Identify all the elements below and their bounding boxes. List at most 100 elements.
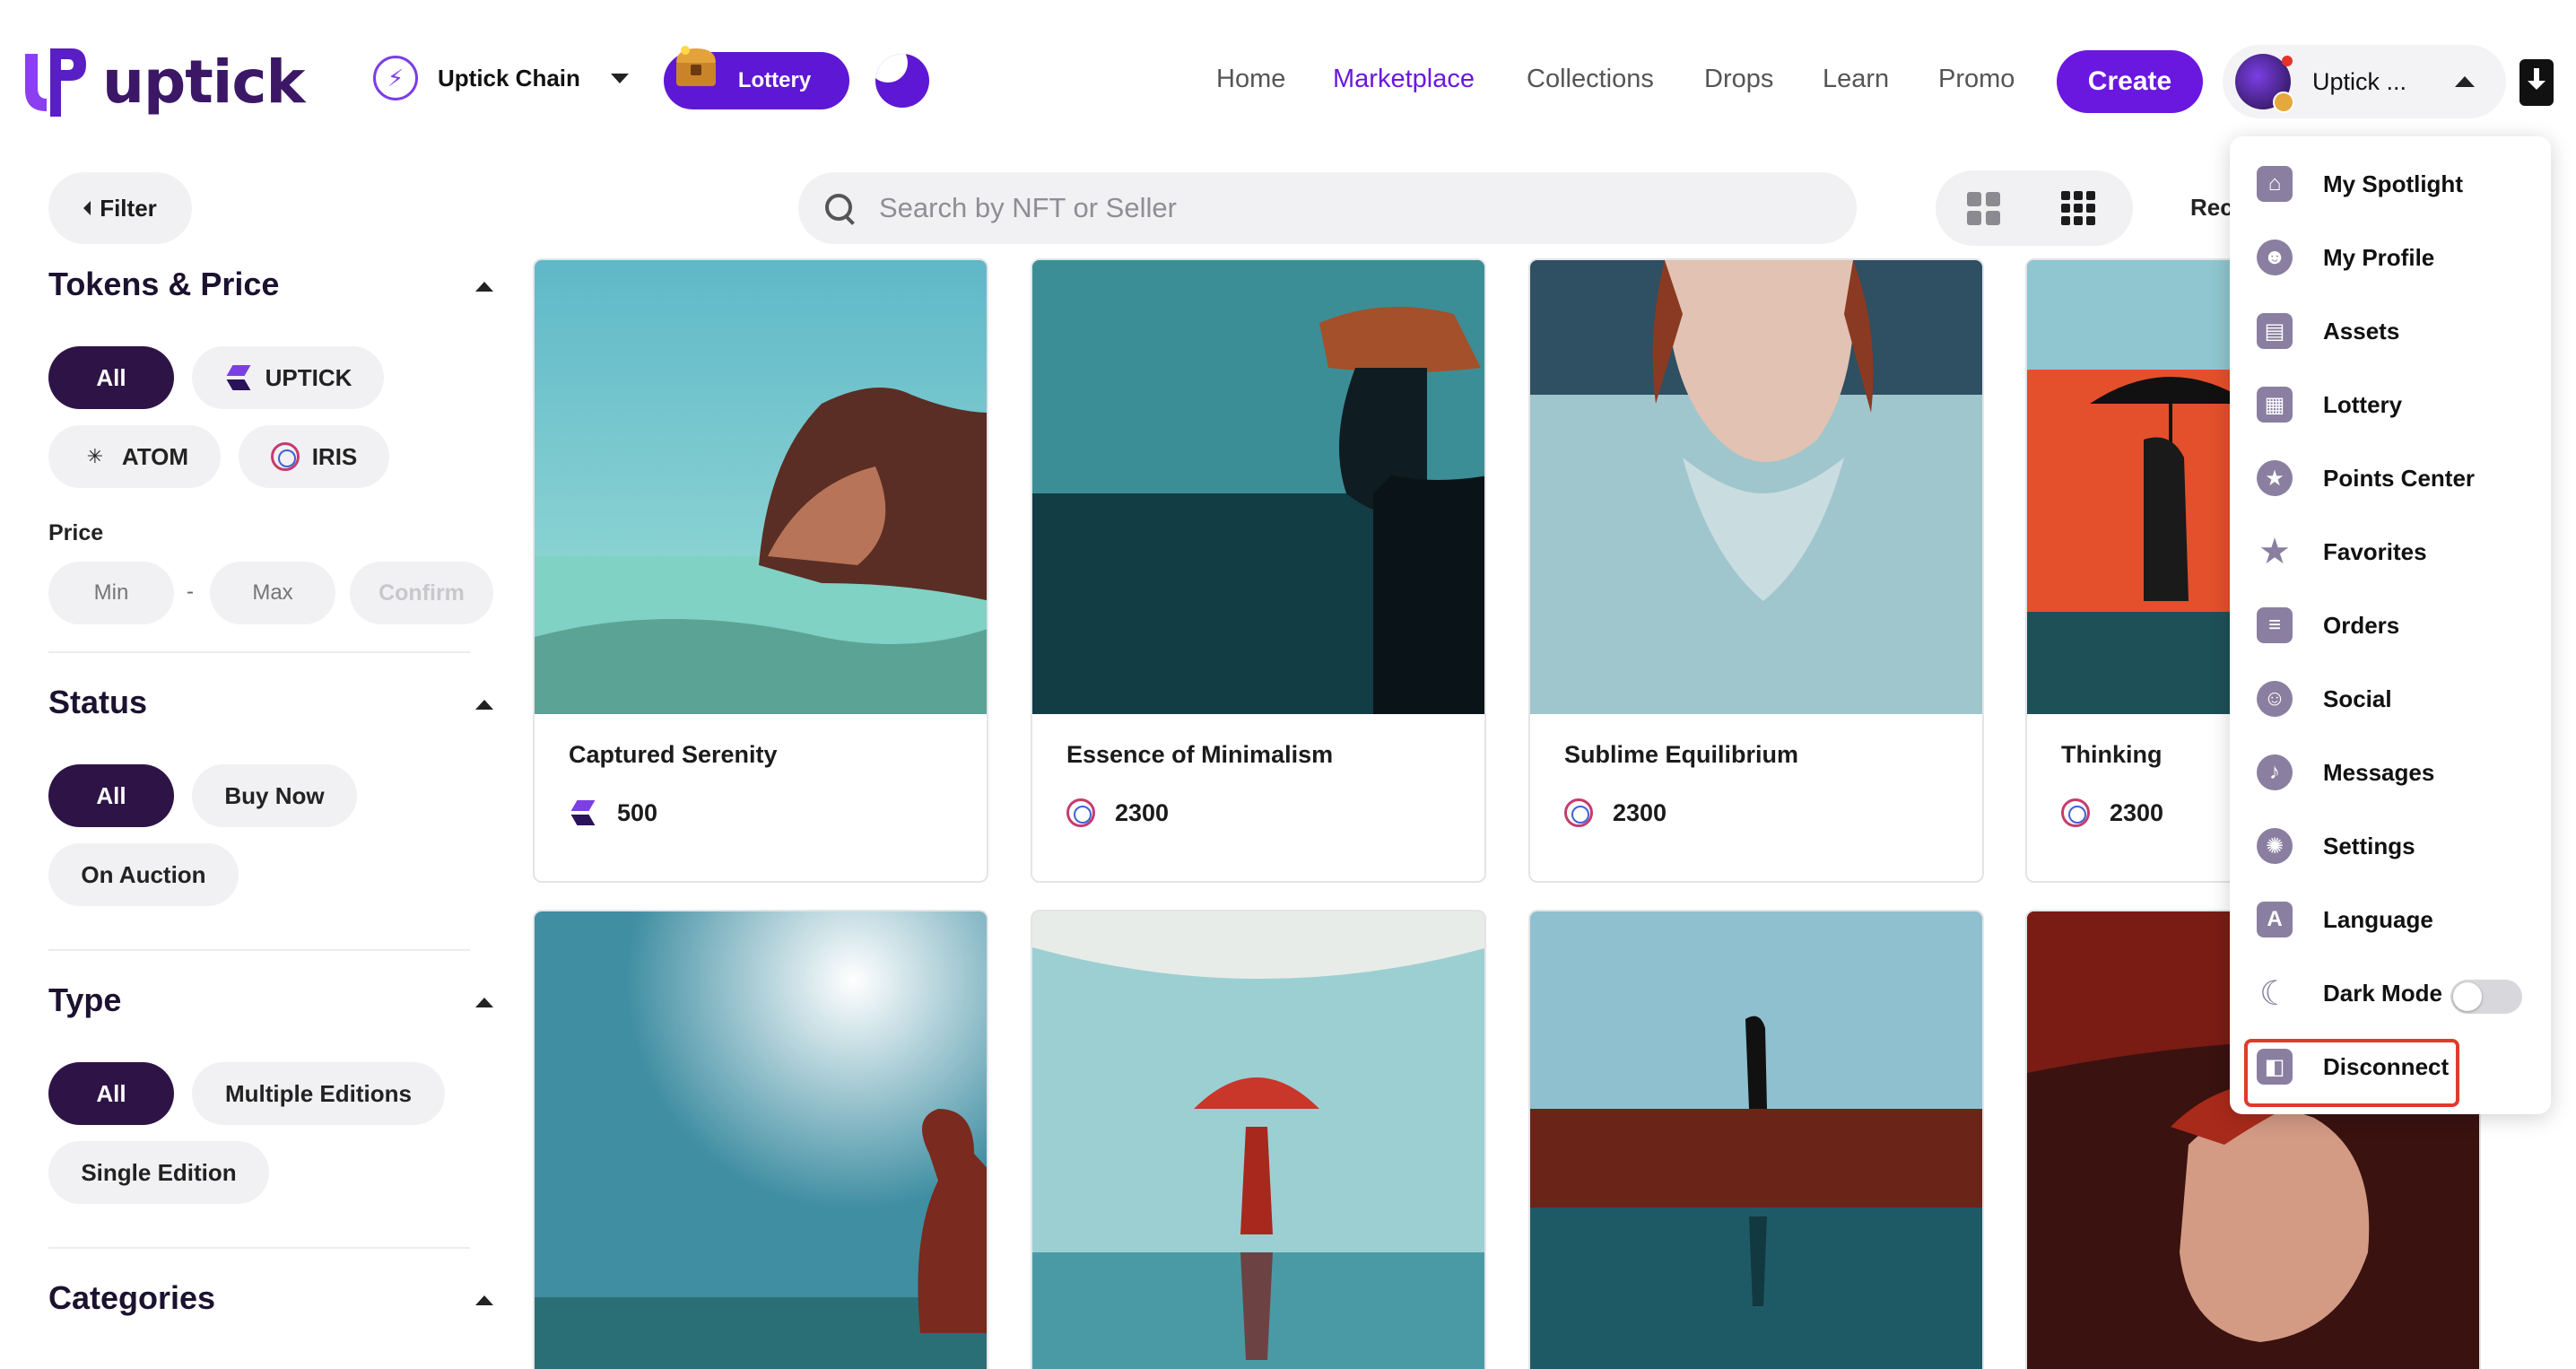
collapse-categories-icon[interactable]	[475, 1295, 493, 1305]
menu-item-social[interactable]: ☺ Social	[2230, 667, 2551, 730]
token-filter-iris[interactable]: IRIS	[239, 425, 389, 488]
nft-card[interactable]: Captured Serenity 500	[533, 258, 988, 883]
status-filter-buy-now[interactable]: Buy Now	[192, 764, 357, 827]
token-filter-all[interactable]: All	[48, 346, 174, 409]
star-icon: ★	[2258, 532, 2291, 571]
large-grid-view-button[interactable]	[1936, 170, 2031, 246]
type-filter-single-edition[interactable]: Single Edition	[48, 1141, 269, 1204]
status-filter-on-auction[interactable]: On Auction	[48, 843, 239, 906]
iris-token-icon	[2061, 798, 2090, 827]
account-dropdown-menu: ⌂ My Spotlight ☻ My Profile ▤ Assets ▦ L…	[2230, 136, 2551, 1114]
nft-image	[1530, 260, 1982, 714]
menu-item-label: Points Center	[2323, 464, 2476, 492]
menu-item-label: Language	[2323, 905, 2433, 933]
nav-learn[interactable]: Learn	[1823, 65, 1889, 94]
tokens-price-title: Tokens & Price	[48, 266, 280, 302]
token-label-iris: IRIS	[311, 442, 358, 470]
filter-toggle-button[interactable]: Filter	[48, 172, 192, 244]
lottery-label: Lottery	[737, 68, 812, 92]
nft-title: Captured Serenity	[569, 741, 778, 768]
small-grid-icon	[2061, 191, 2095, 225]
large-grid-icon	[1966, 191, 2000, 225]
token-filter-atom[interactable]: ✳ ATOM	[48, 425, 221, 488]
theme-moon-icon[interactable]	[875, 54, 929, 108]
nft-price: 2300	[2061, 798, 2163, 827]
nft-price-value: 500	[617, 798, 658, 826]
language-icon: A	[2257, 902, 2293, 937]
nft-price: 2300	[1564, 798, 1667, 827]
nft-card[interactable]	[533, 910, 988, 1369]
dark-mode-toggle[interactable]	[2450, 980, 2522, 1014]
menu-item-language[interactable]: A Language	[2230, 888, 2551, 951]
collapse-type-icon[interactable]	[475, 998, 493, 1007]
menu-item-favorites[interactable]: ★ Favorites	[2230, 520, 2551, 583]
status-filter-all[interactable]: All	[48, 764, 174, 827]
lottery-button[interactable]: Lottery	[664, 46, 849, 109]
nav-collections[interactable]: Collections	[1527, 65, 1654, 94]
account-menu-button[interactable]: Uptick ...	[2223, 45, 2506, 118]
assets-icon: ▤	[2257, 313, 2293, 349]
chevron-left-icon	[83, 201, 91, 215]
token-filter-uptick[interactable]: UPTICK	[192, 346, 384, 409]
menu-item-my-spotlight[interactable]: ⌂ My Spotlight	[2230, 153, 2551, 215]
price-max-input[interactable]	[210, 562, 335, 624]
menu-item-settings[interactable]: ✺ Settings	[2230, 815, 2551, 877]
create-button[interactable]: Create	[2057, 50, 2203, 113]
iris-token-icon	[1066, 798, 1095, 827]
menu-item-label: Dark Mode	[2323, 979, 2442, 1007]
price-min-input[interactable]	[48, 562, 174, 624]
verified-badge-icon	[2273, 92, 2294, 113]
nft-card[interactable]: Essence of Minimalism 2300	[1031, 258, 1486, 883]
moon-icon: ☾	[2258, 974, 2291, 1013]
menu-item-label: Assets	[2323, 317, 2400, 344]
points-icon: ★	[2257, 460, 2293, 496]
menu-item-label: Orders	[2323, 611, 2400, 639]
search-bar[interactable]	[798, 172, 1857, 244]
nft-price: 500	[569, 798, 657, 827]
token-label-uptick: UPTICK	[265, 363, 352, 391]
atom-token-icon: ✳	[86, 445, 104, 467]
menu-item-messages[interactable]: ♪ Messages	[2230, 741, 2551, 804]
status-title: Status	[48, 684, 148, 720]
search-input[interactable]	[879, 192, 1776, 224]
nft-artwork	[1530, 911, 1982, 1369]
filter-label: Filter	[100, 194, 157, 222]
nav-promo[interactable]: Promo	[1938, 65, 2015, 94]
menu-item-my-profile[interactable]: ☻ My Profile	[2230, 226, 2551, 289]
nft-card[interactable]: Sublime Equilibrium 2300	[1528, 258, 1984, 883]
section-divider	[48, 1247, 470, 1249]
nft-price-value: 2300	[1613, 798, 1667, 826]
chain-label: Uptick Chain	[438, 64, 580, 92]
menu-item-points-center[interactable]: ★ Points Center	[2230, 447, 2551, 510]
nft-card[interactable]	[1031, 910, 1486, 1369]
nav-marketplace[interactable]: Marketplace	[1333, 65, 1475, 94]
nav-drops[interactable]: Drops	[1704, 65, 1773, 94]
iris-token-icon	[1564, 798, 1593, 827]
section-divider	[48, 949, 470, 951]
sort-dropdown[interactable]: Rec	[2190, 194, 2233, 222]
type-filter-multiple-editions[interactable]: Multiple Editions	[192, 1062, 445, 1125]
nft-price-value: 2300	[2110, 798, 2164, 826]
uptick-token-icon	[224, 363, 253, 392]
menu-item-label: Messages	[2323, 758, 2435, 786]
chain-selector[interactable]: ⚡ Uptick Chain	[373, 56, 629, 100]
nav-home[interactable]: Home	[1216, 65, 1285, 94]
view-toggle	[1936, 170, 2133, 246]
uptick-logo-icon	[25, 48, 86, 117]
nft-card[interactable]	[1528, 910, 1984, 1369]
menu-item-lottery[interactable]: ▦ Lottery	[2230, 373, 2551, 436]
type-filter-all[interactable]: All	[48, 1062, 174, 1125]
small-grid-view-button[interactable]	[2031, 170, 2126, 246]
menu-item-label: Lottery	[2323, 390, 2403, 418]
download-app-icon[interactable]	[2519, 59, 2554, 106]
collapse-tokens-icon[interactable]	[475, 282, 493, 292]
menu-item-orders[interactable]: ≡ Orders	[2230, 594, 2551, 657]
menu-item-label: Favorites	[2323, 537, 2427, 565]
social-icon: ☺	[2257, 681, 2293, 717]
categories-title: Categories	[48, 1279, 216, 1316]
uptick-logo[interactable]: uptick	[18, 43, 305, 120]
collapse-status-icon[interactable]	[475, 700, 493, 710]
menu-item-dark-mode: ☾ Dark Mode	[2230, 962, 2551, 1025]
menu-item-assets[interactable]: ▤ Assets	[2230, 300, 2551, 362]
price-confirm-button[interactable]: Confirm	[350, 562, 493, 624]
